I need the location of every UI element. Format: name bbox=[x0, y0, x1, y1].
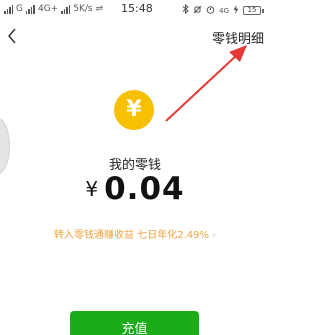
battery-icon: 15 bbox=[243, 6, 264, 15]
status-right: 4G 15 bbox=[182, 3, 264, 17]
amount-value: 0.04 bbox=[104, 171, 185, 207]
status-network-1: G bbox=[16, 4, 23, 14]
mute-icon bbox=[193, 5, 202, 17]
recharge-button[interactable]: 充值 bbox=[70, 311, 199, 335]
lingqiantong-promo-link[interactable]: 转入零钱通赚收益 七日年化2.49% › bbox=[0, 226, 270, 241]
back-button[interactable] bbox=[2, 26, 22, 46]
currency-symbol: ¥ bbox=[85, 177, 99, 201]
network-4g-label: 4G bbox=[219, 6, 229, 15]
alarm-icon bbox=[206, 5, 215, 17]
status-left: G 4G+ 5K/s ⇌ bbox=[4, 4, 103, 14]
status-speed: 5K/s bbox=[73, 4, 93, 14]
signal-icon bbox=[4, 4, 13, 14]
status-bar: G 4G+ 5K/s ⇌ 15:48 4G 15 bbox=[0, 0, 270, 22]
bluetooth-icon bbox=[182, 3, 189, 17]
balance-details-link[interactable]: 零钱明细 bbox=[212, 28, 264, 47]
balance-amount: ¥0.04 bbox=[0, 171, 270, 207]
status-network-2: 4G+ bbox=[37, 4, 59, 14]
signal-icon-2 bbox=[25, 4, 35, 14]
wallet-balance-page: G 4G+ 5K/s ⇌ 15:48 4G 15 零钱明细 ¥ 我的零钱 ¥ 0… bbox=[0, 0, 270, 335]
coin-symbol: ¥ bbox=[126, 97, 142, 122]
usb-icon: ⇌ bbox=[95, 4, 104, 14]
promo-text: 转入零钱通赚收益 七日年化2.49% bbox=[54, 230, 209, 241]
chevron-right-icon: › bbox=[211, 230, 216, 241]
signal-icon-3 bbox=[61, 4, 71, 14]
charging-icon bbox=[233, 4, 239, 17]
chevron-left-icon bbox=[8, 28, 16, 44]
coin-icon: ¥ bbox=[114, 90, 154, 130]
status-time: 15:48 bbox=[121, 2, 153, 15]
battery-level: 15 bbox=[243, 6, 261, 15]
